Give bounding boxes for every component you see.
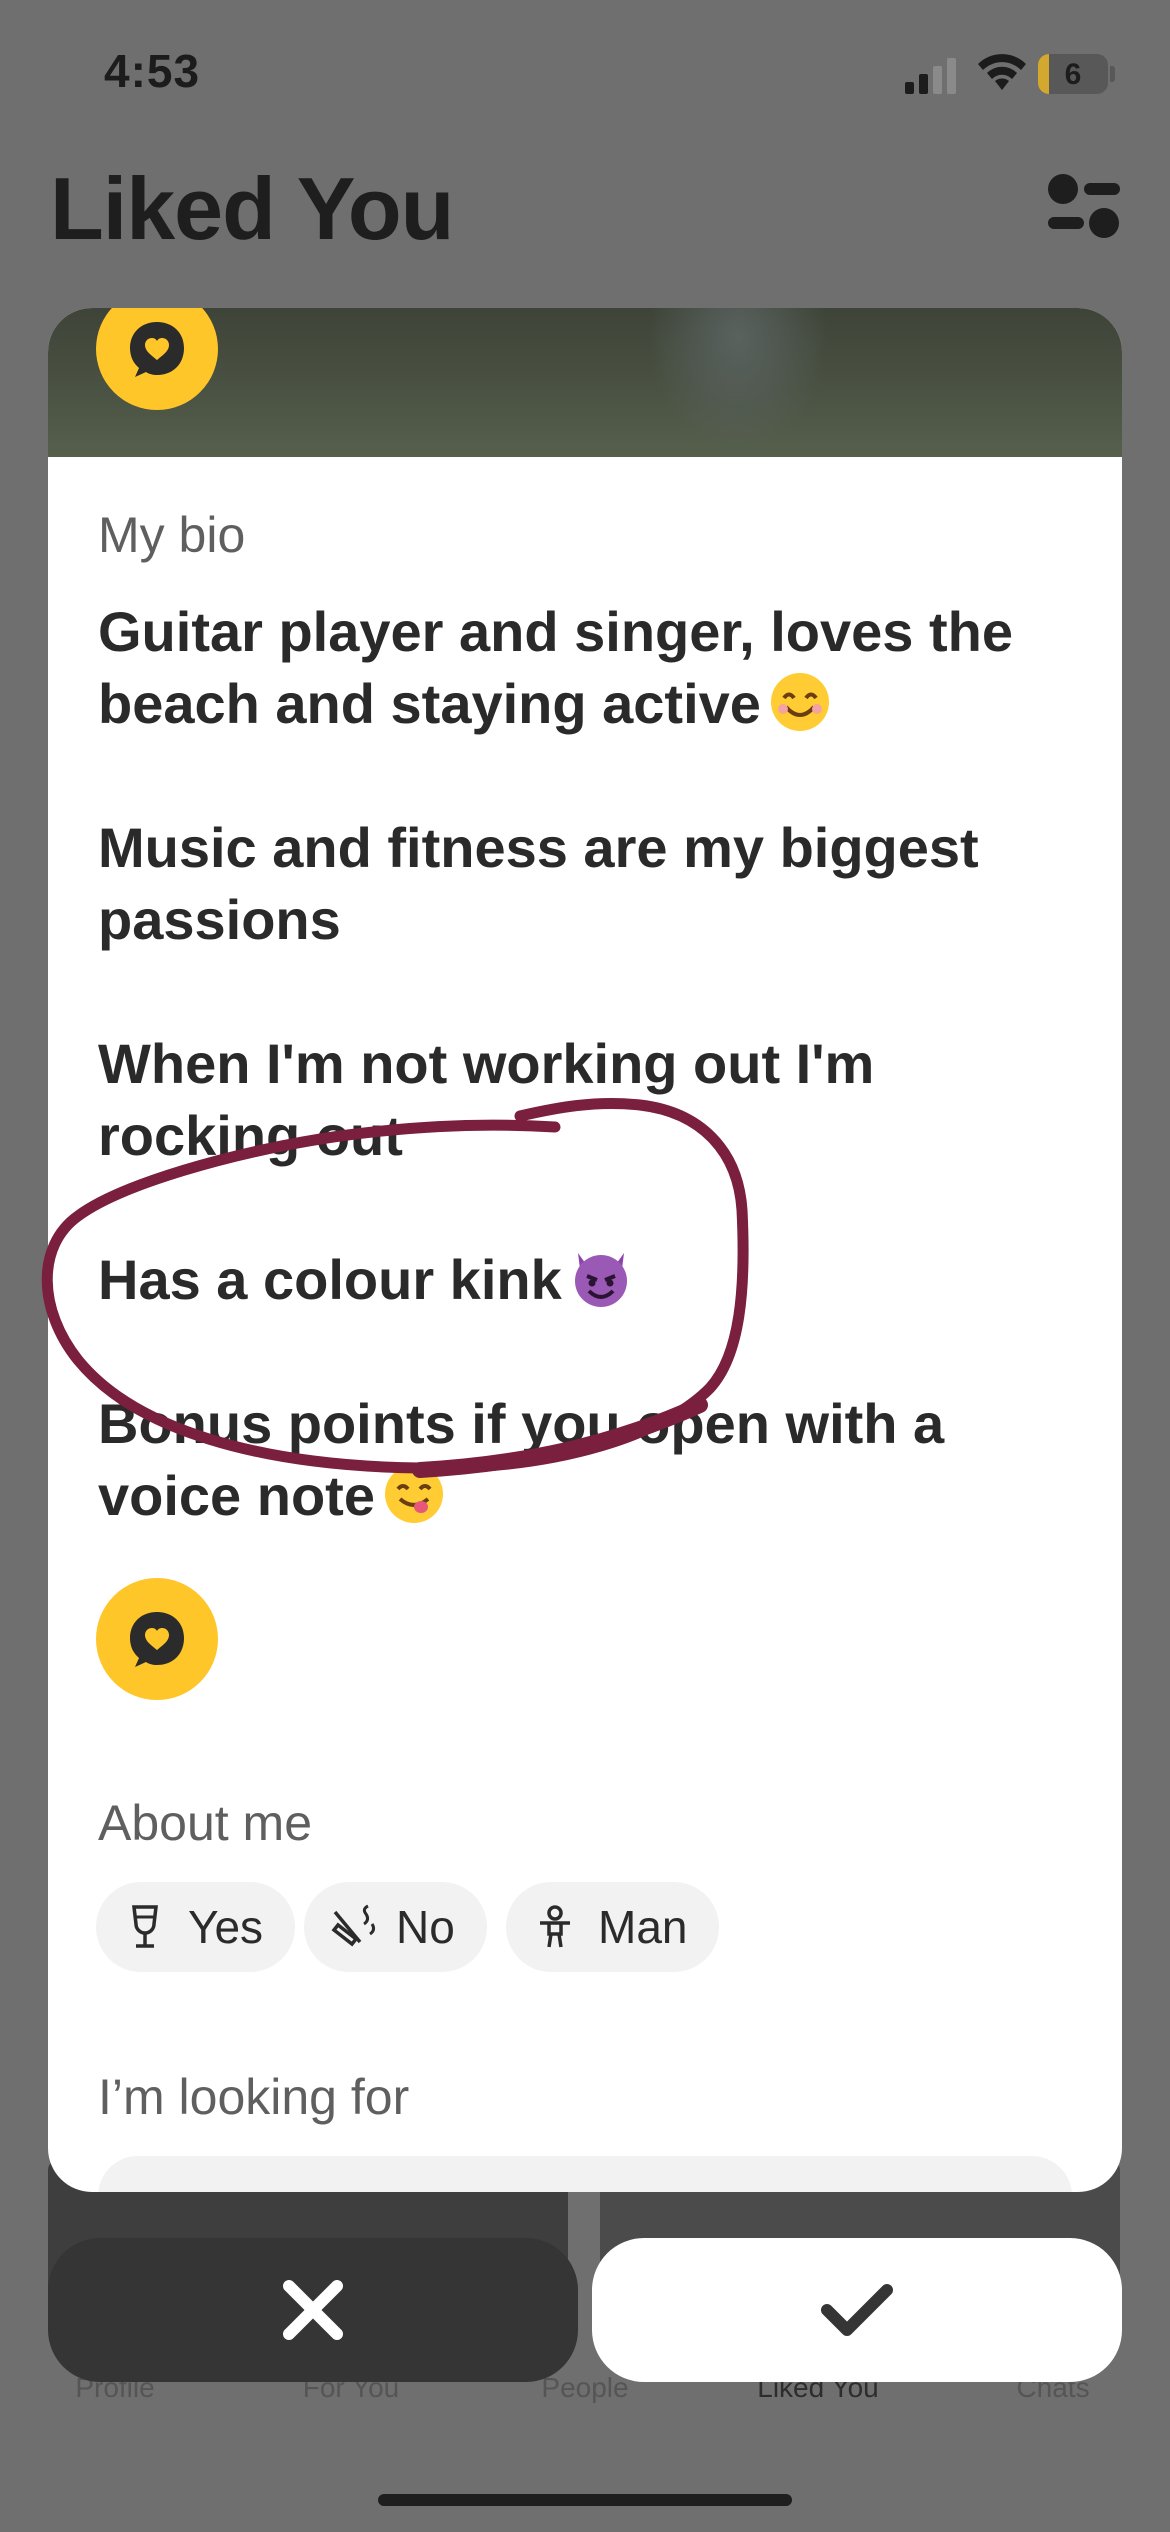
battery-level: 6: [1064, 58, 1082, 91]
person-icon: [540, 1905, 570, 1948]
wine-glass-icon: [132, 1905, 158, 1948]
chip-label: Man: [598, 1901, 688, 1953]
bio-paragraph: Has a colour kink: [98, 1244, 1088, 1316]
looking-for-chip: [98, 2156, 1072, 2192]
battery-icon: 6: [1038, 54, 1108, 94]
about-me-label: About me: [98, 1795, 313, 1851]
face-savoring-food-emoji-icon: [384, 1465, 443, 1523]
page-title: Liked You: [50, 159, 454, 258]
pass-button[interactable]: [48, 2238, 578, 2382]
looking-for-label: I’m looking for: [98, 2069, 410, 2125]
voice-prompt-button[interactable]: [96, 1578, 218, 1700]
chip-smoking: No: [304, 1882, 487, 1972]
like-button[interactable]: [592, 2238, 1122, 2382]
chip-gender: Man: [506, 1882, 720, 1972]
wifi-icon: [978, 54, 1026, 90]
chip-label: No: [396, 1901, 455, 1953]
heart-speech-bubble-icon: [130, 322, 184, 377]
close-x-icon: [283, 2280, 343, 2340]
heart-speech-bubble-icon: [130, 1612, 184, 1667]
cellular-signal-icon: [905, 56, 957, 94]
checkmark-icon: [821, 2284, 893, 2336]
smiling-face-emoji-icon: [770, 673, 829, 731]
status-bar: 4:53 6: [0, 0, 1170, 150]
filter-sliders-icon[interactable]: [1046, 172, 1122, 242]
smiling-devil-emoji-icon: [574, 1253, 627, 1307]
chip-drinking: Yes: [96, 1882, 296, 1972]
profile-card[interactable]: My bio Guitar player and singer, loves t…: [48, 308, 1122, 2192]
status-time: 4:53: [104, 45, 201, 97]
bio-paragraph: Guitar player and singer, loves the beac…: [98, 600, 1013, 735]
bio-paragraph: Music and fitness are my biggest passion…: [98, 816, 979, 951]
bio-paragraph: Bonus points if you open with a voice no…: [98, 1392, 945, 1527]
bio-label: My bio: [98, 507, 246, 563]
no-smoking-icon: [331, 1904, 376, 1947]
bio-paragraph: When I'm not working out I'm rocking out: [98, 1032, 875, 1167]
home-indicator: [378, 2494, 792, 2506]
chip-label: Yes: [188, 1901, 264, 1953]
